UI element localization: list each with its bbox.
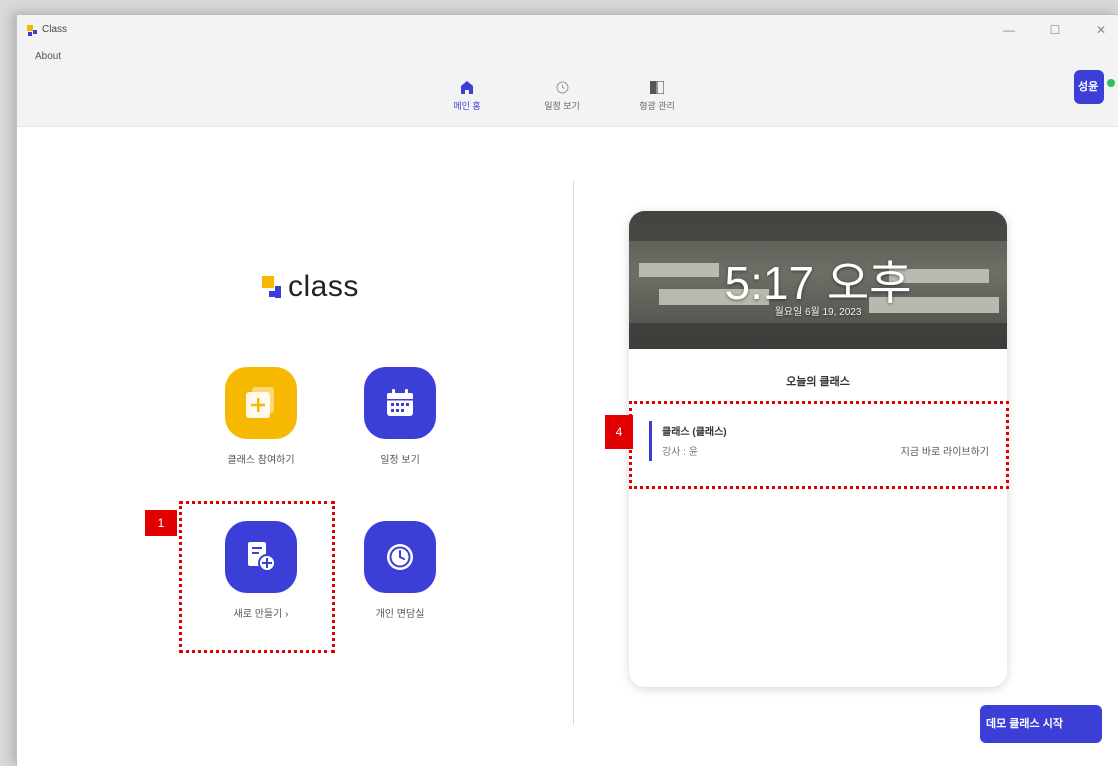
menu-bar: About <box>17 47 1118 67</box>
nav-item-home[interactable]: 메인 홈 <box>432 79 502 112</box>
annotation-highlight-4 <box>629 401 1009 489</box>
start-demo-class-button[interactable]: 데모 클래스 시작 <box>980 705 1102 743</box>
view-schedule-tile[interactable]: 일정 보기 <box>345 367 455 466</box>
minimize-button[interactable]: — <box>999 21 1019 39</box>
class-logo-icon <box>262 276 284 298</box>
window-title: Class <box>42 24 68 35</box>
calendar-icon <box>387 389 413 416</box>
annotation-badge-4: 4 <box>605 415 633 449</box>
classroom-photo: 5:17 오후 월요일 6월 19, 2023 <box>629 211 1007 349</box>
app-logo-icon <box>27 25 38 36</box>
join-class-tile[interactable]: 클래스 참여하기 <box>206 367 316 466</box>
view-schedule-label: 일정 보기 <box>380 455 420 466</box>
join-class-button[interactable] <box>225 367 297 439</box>
top-nav: 메인 홈 일정 보기 형광 관리 <box>17 67 1118 127</box>
clock-icon <box>387 544 413 570</box>
class-logo-text: class <box>288 270 359 303</box>
nav-item-schedule[interactable]: 일정 보기 <box>527 79 597 112</box>
vertical-divider <box>573 180 574 725</box>
todays-classes-heading: 오늘의 클래스 <box>786 376 850 388</box>
clock-icon <box>527 79 597 95</box>
plus-icon <box>246 387 274 418</box>
book-icon <box>622 79 692 95</box>
annotation-badge-1: 1 <box>145 510 177 536</box>
online-status-dot <box>1107 79 1115 87</box>
office-hours-label: 개인 면담실 <box>375 609 425 620</box>
nav-item-manage-label: 형광 관리 <box>639 101 675 111</box>
annotation-highlight-1 <box>179 501 335 653</box>
user-avatar[interactable]: 성윤 <box>1074 70 1104 104</box>
nav-item-schedule-label: 일정 보기 <box>544 101 580 111</box>
menu-about[interactable]: About <box>35 51 61 62</box>
current-date: 월요일 6월 19, 2023 <box>774 307 862 318</box>
nav-item-manage[interactable]: 형광 관리 <box>622 79 692 112</box>
office-hours-tile[interactable]: 개인 면담실 <box>345 521 455 620</box>
home-icon <box>432 79 502 95</box>
join-class-label: 클래스 참여하기 <box>227 455 295 466</box>
class-logo: class <box>262 270 359 304</box>
office-hours-button[interactable] <box>364 521 436 593</box>
maximize-button[interactable]: ☐ <box>1045 21 1065 39</box>
close-button[interactable]: ✕ <box>1091 21 1111 39</box>
view-schedule-button[interactable] <box>364 367 436 439</box>
title-bar: Class — ☐ ✕ <box>17 15 1118 47</box>
app-window: Class — ☐ ✕ About 메인 홈 일정 보기 형광 관리 class… <box>16 14 1118 766</box>
nav-item-home-label: 메인 홈 <box>453 101 481 111</box>
